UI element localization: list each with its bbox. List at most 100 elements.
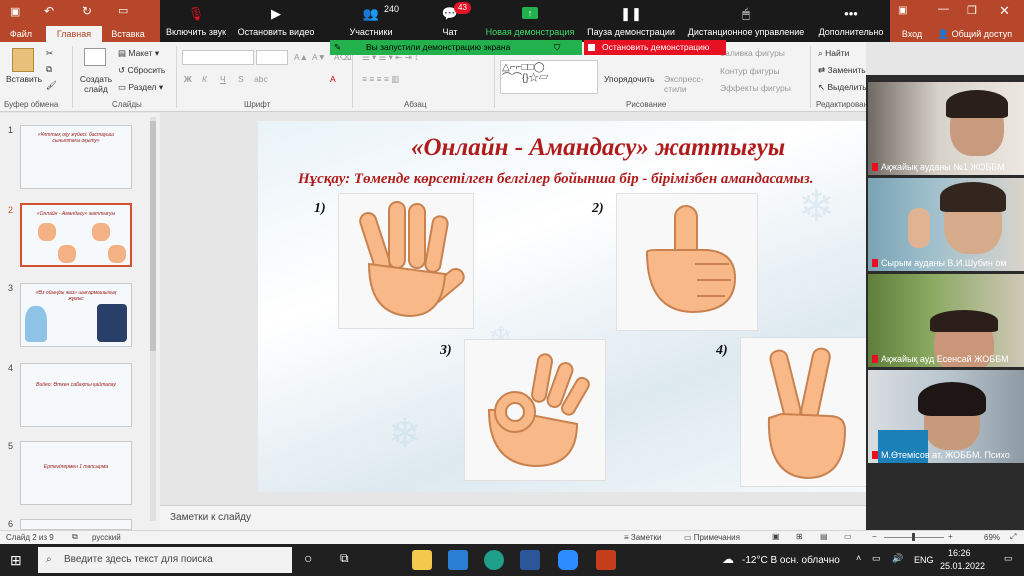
volume-icon[interactable]: 🔊: [892, 553, 903, 564]
slide-instruction[interactable]: Нұсқау: Төменде көрсетілген белгілер бой…: [298, 171, 866, 188]
layout-button[interactable]: ▤ Макет ▾: [118, 48, 159, 59]
shrink-font-icon[interactable]: A▼: [312, 52, 326, 62]
slideshow-view-icon[interactable]: ▭: [844, 532, 852, 541]
zoom-slider-thumb[interactable]: [912, 533, 915, 541]
slide-thumb-5[interactable]: Ертегілермен 1 тапсырма: [20, 441, 132, 505]
present-icon[interactable]: ▭: [118, 4, 128, 17]
shape-fill-button[interactable]: Заливка фигуры: [720, 48, 785, 58]
chat-button[interactable]: 💬 43 Чат: [426, 0, 474, 42]
zoom-level[interactable]: 69%: [984, 533, 1000, 542]
shadow-button[interactable]: abc: [254, 74, 268, 84]
peace-sign-image[interactable]: [740, 337, 866, 487]
comments-toggle[interactable]: ▭ Примечания: [684, 533, 740, 542]
copy-icon[interactable]: ⧉: [46, 64, 52, 75]
undo-icon[interactable]: ↶: [44, 4, 54, 18]
zoom-in-button[interactable]: +: [948, 532, 953, 541]
normal-view-icon[interactable]: ▣: [772, 532, 780, 541]
slide-title[interactable]: «Онлайн - Амандасу» жаттығуы: [328, 134, 866, 162]
font-name-select[interactable]: [182, 50, 254, 65]
fit-slide-icon[interactable]: ⤢: [1010, 532, 1016, 542]
zoom-app-icon[interactable]: [558, 550, 578, 570]
slide-thumb-3[interactable]: «Өз ойыңды жаз» шығармашылық жұмыс: [20, 283, 132, 347]
redo-icon[interactable]: ↻: [82, 4, 92, 18]
edge-icon[interactable]: [484, 550, 504, 570]
font-color-icon[interactable]: A: [330, 74, 336, 84]
close-icon[interactable]: ✕: [999, 3, 1010, 19]
bold-button[interactable]: Ж: [184, 74, 192, 84]
stop-share-button[interactable]: Остановить демонстрацию: [584, 40, 726, 55]
express-styles-button[interactable]: Экспресс-стили: [664, 74, 704, 94]
sorter-view-icon[interactable]: ⊞: [796, 532, 803, 541]
save-icon[interactable]: ▣: [10, 5, 20, 18]
ok-sign-image[interactable]: [464, 339, 606, 481]
language-indicator[interactable]: русский: [92, 533, 121, 542]
zoom-out-button[interactable]: −: [872, 532, 877, 541]
shape-outline-button[interactable]: Контур фигуры: [720, 66, 779, 76]
video-tile-3[interactable]: Ақжайық ауд Есенсай ЖОББМ: [868, 274, 1024, 367]
maximize-icon[interactable]: ❐: [967, 4, 977, 17]
reading-view-icon[interactable]: ▤: [820, 532, 828, 541]
paste-icon[interactable]: [12, 48, 34, 72]
scrollbar-thumb[interactable]: [150, 121, 156, 351]
unmute-button[interactable]: 🎙 Включить звук: [160, 0, 232, 42]
spellcheck-icon[interactable]: ⧉: [72, 532, 78, 542]
arrange-button[interactable]: Упорядочить: [604, 74, 655, 84]
minimize-icon[interactable]: —: [938, 3, 949, 15]
replace-button[interactable]: ⇄ Заменить: [818, 65, 866, 76]
slide-thumb-6[interactable]: [20, 519, 132, 530]
tab-home[interactable]: Главная: [46, 26, 102, 42]
cortana-icon[interactable]: ○: [304, 550, 312, 566]
remote-control-button[interactable]: 🖱 Дистанционное управление: [680, 0, 812, 42]
stop-video-button[interactable]: ▶ Остановить видео: [234, 0, 318, 42]
font-size-select[interactable]: [256, 50, 288, 65]
video-tile-4[interactable]: М.Өтемісов ат. ЖОББМ. Психо: [868, 370, 1024, 463]
file-explorer-icon[interactable]: [412, 550, 432, 570]
restore-icon[interactable]: ▣: [898, 5, 907, 16]
clock-date[interactable]: 25.01.2022: [940, 561, 985, 571]
network-icon[interactable]: ▭: [872, 553, 881, 564]
share-button[interactable]: 👤 Общий доступ: [930, 26, 1020, 42]
word-icon[interactable]: [520, 550, 540, 570]
pause-share-button[interactable]: ❚❚ Пауза демонстрации: [584, 0, 678, 42]
slide-thumb-1[interactable]: «Ұлттық оқу жүйесі: бастауыш сыныптағы о…: [20, 125, 132, 189]
slide-thumb-2[interactable]: «Онлайн - Амандасу» жаттығуы: [20, 203, 132, 267]
clock-time[interactable]: 16:26: [948, 548, 971, 558]
input-language[interactable]: ENG: [914, 555, 934, 565]
participants-button[interactable]: 👥 240 Участники: [338, 0, 404, 42]
paste-button[interactable]: Вставить: [6, 74, 42, 84]
windows-start-icon[interactable]: ⊞: [10, 552, 22, 569]
align-icon[interactable]: ≡ ≡ ≡ ≡ ▥: [362, 74, 399, 85]
more-button[interactable]: ••• Дополнительно: [814, 0, 888, 42]
weather-text[interactable]: -12°C В осн. облачно: [742, 555, 840, 566]
notes-toggle[interactable]: ≡ Заметки: [624, 533, 662, 542]
login-button[interactable]: Вход: [898, 26, 926, 42]
open-palm-image[interactable]: [338, 193, 474, 329]
thumbs-up-image[interactable]: [616, 193, 758, 331]
slide-thumb-4[interactable]: Видео: Өткен сабақты қайталау: [20, 363, 132, 427]
strike-button[interactable]: S: [238, 74, 244, 84]
shapes-gallery[interactable]: △⌐⌐□□◯ ⌒⌒{}☆▱: [500, 60, 598, 94]
italic-button[interactable]: К: [202, 74, 207, 84]
section-button[interactable]: ▭ Раздел ▾: [118, 82, 163, 93]
notification-icon[interactable]: ▭: [1004, 553, 1013, 564]
notes-pane[interactable]: Заметки к слайду: [160, 505, 866, 530]
shape-effects-button[interactable]: Эффекты фигуры: [720, 83, 791, 93]
grow-font-icon[interactable]: A▲: [294, 52, 308, 62]
reset-button[interactable]: ↺ Сбросить: [118, 65, 165, 76]
mail-icon[interactable]: [448, 550, 468, 570]
underline-button[interactable]: Ч: [220, 74, 226, 84]
cut-icon[interactable]: ✂: [46, 48, 53, 59]
tab-insert[interactable]: Вставка: [106, 26, 150, 42]
new-share-button[interactable]: ↑ Новая демонстрация: [482, 0, 578, 42]
taskbar-search[interactable]: ⌕ Введите здесь текст для поиска: [38, 547, 292, 573]
video-tile-2[interactable]: Сырым ауданы В.И.Шубин ом: [868, 178, 1024, 271]
video-tile-1[interactable]: Ақжайық ауданы №1 ЖОББМ: [868, 82, 1024, 175]
tray-chevron-icon[interactable]: ˄: [856, 553, 861, 563]
task-view-icon[interactable]: ⧉: [340, 551, 349, 566]
select-button[interactable]: ↖ Выделить: [818, 82, 867, 93]
powerpoint-icon[interactable]: [596, 550, 616, 570]
slide-canvas[interactable]: ❄ ❄ ❄ «Онлайн - Амандасу» жаттығуы Нұсқа…: [258, 121, 866, 492]
format-painter-icon[interactable]: 🖌: [46, 80, 57, 91]
find-button[interactable]: ⌕ Найти: [818, 48, 849, 59]
new-slide-button[interactable]: Создать слайд: [78, 74, 114, 94]
